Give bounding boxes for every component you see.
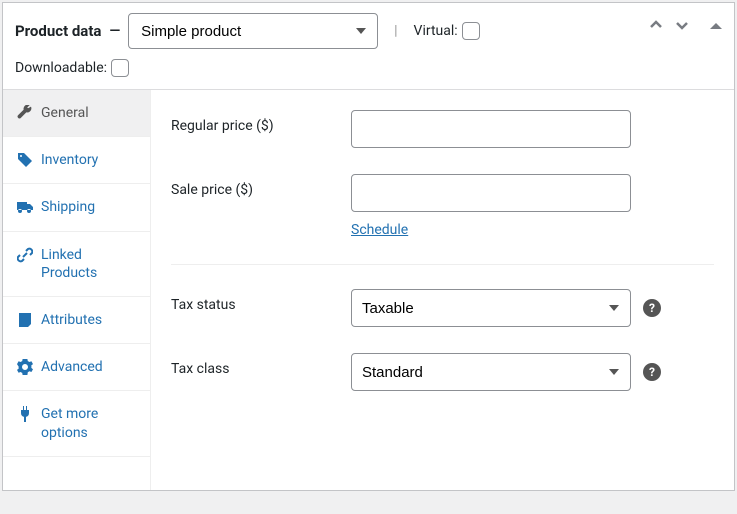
note-icon (17, 312, 33, 328)
separator: | (394, 23, 397, 39)
tab-get-more-options[interactable]: Get more options (3, 391, 150, 456)
content-area: Regular price ($) Sale price ($) Schedul… (151, 90, 734, 490)
schedule-link[interactable]: Schedule (351, 222, 631, 238)
downloadable-checkbox[interactable] (111, 59, 129, 77)
virtual-checkbox[interactable] (462, 22, 480, 40)
regular-price-label: Regular price ($) (171, 110, 351, 134)
sale-price-label: Sale price ($) (171, 174, 351, 198)
tab-advanced[interactable]: Advanced (3, 344, 150, 391)
panel-controls (648, 17, 722, 33)
tab-label: Advanced (41, 358, 103, 376)
collapse-icon[interactable] (710, 19, 722, 31)
tab-general[interactable]: General (3, 90, 150, 137)
title-dash: — (109, 23, 120, 39)
plug-icon (17, 406, 33, 422)
tab-attributes[interactable]: Attributes (3, 297, 150, 344)
tab-inventory[interactable]: Inventory (3, 137, 150, 184)
chevron-up-icon[interactable] (648, 17, 664, 33)
gear-icon (17, 359, 33, 375)
divider (171, 264, 714, 265)
field-regular-price: Regular price ($) (171, 110, 714, 148)
panel-header: Product data — Simple product | Virtual:… (3, 3, 734, 90)
tab-label: Inventory (41, 151, 98, 169)
field-tax-class: Tax class Standard ? (171, 353, 714, 391)
downloadable-label[interactable]: Downloadable: (15, 59, 129, 77)
tab-shipping[interactable]: Shipping (3, 184, 150, 231)
sidebar: General Inventory Shipping Linked Produc… (3, 90, 151, 490)
link-icon (17, 247, 33, 263)
tax-status-select[interactable]: Taxable (351, 289, 631, 327)
tab-label: Attributes (41, 311, 102, 329)
tax-class-label: Tax class (171, 353, 351, 377)
truck-icon (17, 199, 33, 215)
tab-linked-products[interactable]: Linked Products (3, 232, 150, 297)
tab-label: Get more options (41, 405, 140, 441)
product-type-select[interactable]: Simple product (128, 13, 378, 49)
field-tax-status: Tax status Taxable ? (171, 289, 714, 327)
wrench-icon (17, 105, 33, 121)
help-icon[interactable]: ? (643, 363, 661, 381)
virtual-label[interactable]: Virtual: (414, 22, 480, 40)
tag-icon (17, 152, 33, 168)
panel-title: Product data (15, 22, 101, 40)
help-icon[interactable]: ? (643, 299, 661, 317)
sale-price-input[interactable] (351, 174, 631, 212)
product-data-panel: Product data — Simple product | Virtual:… (2, 2, 735, 491)
chevron-down-icon[interactable] (674, 17, 690, 33)
regular-price-input[interactable] (351, 110, 631, 148)
tax-class-select[interactable]: Standard (351, 353, 631, 391)
tab-label: Linked Products (41, 246, 140, 282)
tab-label: General (41, 104, 89, 122)
field-sale-price: Sale price ($) Schedule (171, 174, 714, 238)
tab-label: Shipping (41, 198, 95, 216)
tax-status-label: Tax status (171, 289, 351, 313)
